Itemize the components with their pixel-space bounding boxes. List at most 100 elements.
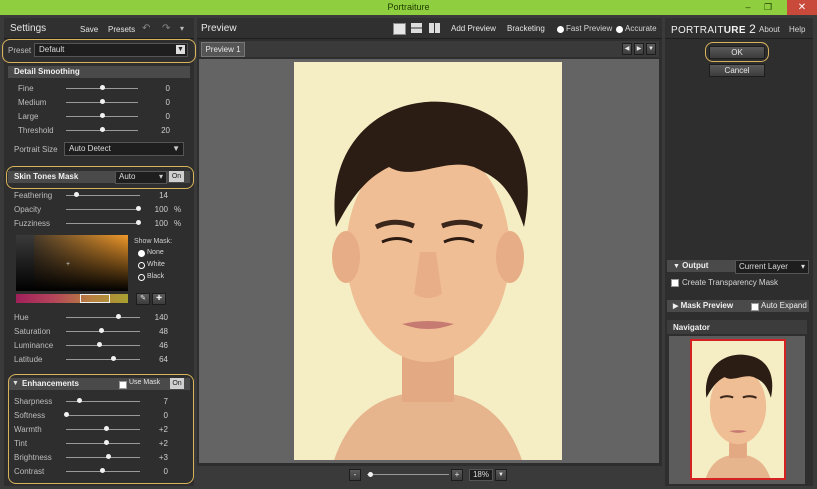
slider-hue[interactable]: Hue 140 <box>4 311 194 324</box>
slider-brightness[interactable]: Brightness +3 <box>4 451 194 464</box>
slider-track <box>66 359 140 360</box>
navigator-thumbnail[interactable] <box>690 339 786 480</box>
slider-softness[interactable]: Softness 0 <box>4 409 194 422</box>
slider-sharpness[interactable]: Sharpness 7 <box>4 395 194 408</box>
hue-range-marker[interactable] <box>80 294 110 303</box>
accurate-label: Accurate <box>625 24 657 33</box>
tab-menu-icon[interactable]: ▼ <box>646 43 656 55</box>
redo-icon[interactable]: ↷ <box>162 23 170 34</box>
slider-knob[interactable] <box>77 398 82 403</box>
slider-contrast[interactable]: Contrast 0 <box>4 465 194 478</box>
restore-icon[interactable]: ❐ <box>760 1 776 14</box>
mask-none-label: None <box>147 249 164 256</box>
collapse-arrow-icon[interactable]: ▼ <box>673 263 680 270</box>
tab-next-icon[interactable]: ▶ <box>634 43 644 55</box>
slider-knob[interactable] <box>136 206 141 211</box>
add-preview-button[interactable]: Add Preview <box>451 24 496 33</box>
slider-track <box>66 457 140 458</box>
slider-threshold[interactable]: Threshold 20 <box>4 124 194 137</box>
slider-opacity[interactable]: Opacity 100 % <box>4 203 194 216</box>
highlight-ring-skin <box>6 166 194 189</box>
eyedropper-plus-icon[interactable]: ✚ <box>152 293 166 305</box>
slider-knob[interactable] <box>100 85 105 90</box>
cancel-button[interactable]: Cancel <box>709 64 765 77</box>
slider-large[interactable]: Large 0 <box>4 110 194 123</box>
close-icon[interactable]: ✕ <box>787 0 817 15</box>
slider-knob[interactable] <box>100 113 105 118</box>
menu-chevron-icon[interactable]: ▾ <box>180 24 184 33</box>
slider-knob[interactable] <box>106 454 111 459</box>
latitude-label: Latitude <box>14 355 43 364</box>
section-detail-smoothing: Detail Smoothing <box>8 66 190 78</box>
zoom-knob[interactable] <box>368 472 373 477</box>
slider-feathering[interactable]: Feathering 14 <box>4 189 194 202</box>
highlight-ring-preset <box>2 39 196 63</box>
slider-knob[interactable] <box>100 468 105 473</box>
tab-preview-1[interactable]: Preview 1 <box>201 42 245 57</box>
slider-knob[interactable] <box>104 440 109 445</box>
large-value: 0 <box>165 112 170 121</box>
help-button[interactable]: Help <box>789 25 805 34</box>
slider-warmth[interactable]: Warmth +2 <box>4 423 194 436</box>
show-mask-label: Show Mask: <box>134 238 173 245</box>
zoom-in-button[interactable]: + <box>451 469 463 481</box>
auto-expand-checkbox[interactable] <box>751 303 759 311</box>
slider-knob[interactable] <box>97 342 102 347</box>
portrait-size-value: Auto Detect <box>69 144 111 153</box>
slider-track <box>66 429 140 430</box>
output-dropdown[interactable]: Current Layer ▾ <box>735 260 809 274</box>
slider-knob[interactable] <box>136 220 141 225</box>
undo-icon[interactable]: ↶ <box>142 23 150 34</box>
about-button[interactable]: About <box>759 25 780 34</box>
mask-white-radio[interactable] <box>138 262 145 269</box>
slider-fine[interactable]: Fine 0 <box>4 82 194 95</box>
fast-preview-radio[interactable] <box>557 26 564 33</box>
slider-knob[interactable] <box>100 99 105 104</box>
mask-none-radio[interactable] <box>138 250 145 257</box>
slider-tint[interactable]: Tint +2 <box>4 437 194 450</box>
accurate-radio[interactable] <box>616 26 623 33</box>
single-view-icon[interactable] <box>393 23 406 35</box>
minimize-icon[interactable]: – <box>740 1 756 14</box>
slider-knob[interactable] <box>99 328 104 333</box>
contrast-label: Contrast <box>14 467 45 476</box>
slider-knob[interactable] <box>100 127 105 132</box>
fuzziness-value: 100 <box>154 219 168 228</box>
slider-knob[interactable] <box>116 314 121 319</box>
expand-arrow-icon[interactable]: ▶ <box>673 303 678 310</box>
slider-saturation[interactable]: Saturation 48 <box>4 325 194 338</box>
eyedropper-icon[interactable]: ✎ <box>136 293 150 305</box>
slider-knob[interactable] <box>64 412 69 417</box>
split-horizontal-icon[interactable] <box>411 23 422 33</box>
settings-panel: Settings Save Presets ↶ ↷ ▾ Preset Defau… <box>2 18 196 486</box>
slider-knob[interactable] <box>74 192 79 197</box>
slider-knob[interactable] <box>104 426 109 431</box>
portrait-size-dropdown[interactable]: Auto Detect ▼ <box>64 142 184 156</box>
contrast-value: 0 <box>163 467 168 476</box>
slider-latitude[interactable]: Latitude 64 <box>4 353 194 366</box>
mask-black-radio[interactable] <box>138 274 145 281</box>
slider-knob[interactable] <box>111 356 116 361</box>
fine-value: 0 <box>165 84 170 93</box>
zoom-out-button[interactable]: - <box>349 469 361 481</box>
slider-medium[interactable]: Medium 0 <box>4 96 194 109</box>
slider-fuzziness[interactable]: Fuzziness 100 % <box>4 217 194 230</box>
luminance-value: 46 <box>159 341 168 350</box>
save-button[interactable]: Save <box>80 25 98 34</box>
saturation-label: Saturation <box>14 327 51 336</box>
presets-button[interactable]: Presets <box>108 25 135 34</box>
hue-strip[interactable] <box>16 294 128 303</box>
create-transparency-checkbox[interactable] <box>671 279 679 287</box>
zoom-menu-icon[interactable]: ▼ <box>495 469 507 481</box>
medium-value: 0 <box>165 98 170 107</box>
zoom-level[interactable]: 18% <box>469 469 493 481</box>
split-vertical-icon[interactable] <box>429 23 440 33</box>
zoom-track[interactable] <box>367 474 449 475</box>
saturation-value: 48 <box>159 327 168 336</box>
output-title: Output <box>682 261 709 270</box>
slider-track <box>66 317 140 318</box>
slider-luminance[interactable]: Luminance 46 <box>4 339 194 352</box>
opacity-label: Opacity <box>14 205 42 214</box>
bracketing-button[interactable]: Bracketing <box>507 24 545 33</box>
tab-prev-icon[interactable]: ◀ <box>622 43 632 55</box>
